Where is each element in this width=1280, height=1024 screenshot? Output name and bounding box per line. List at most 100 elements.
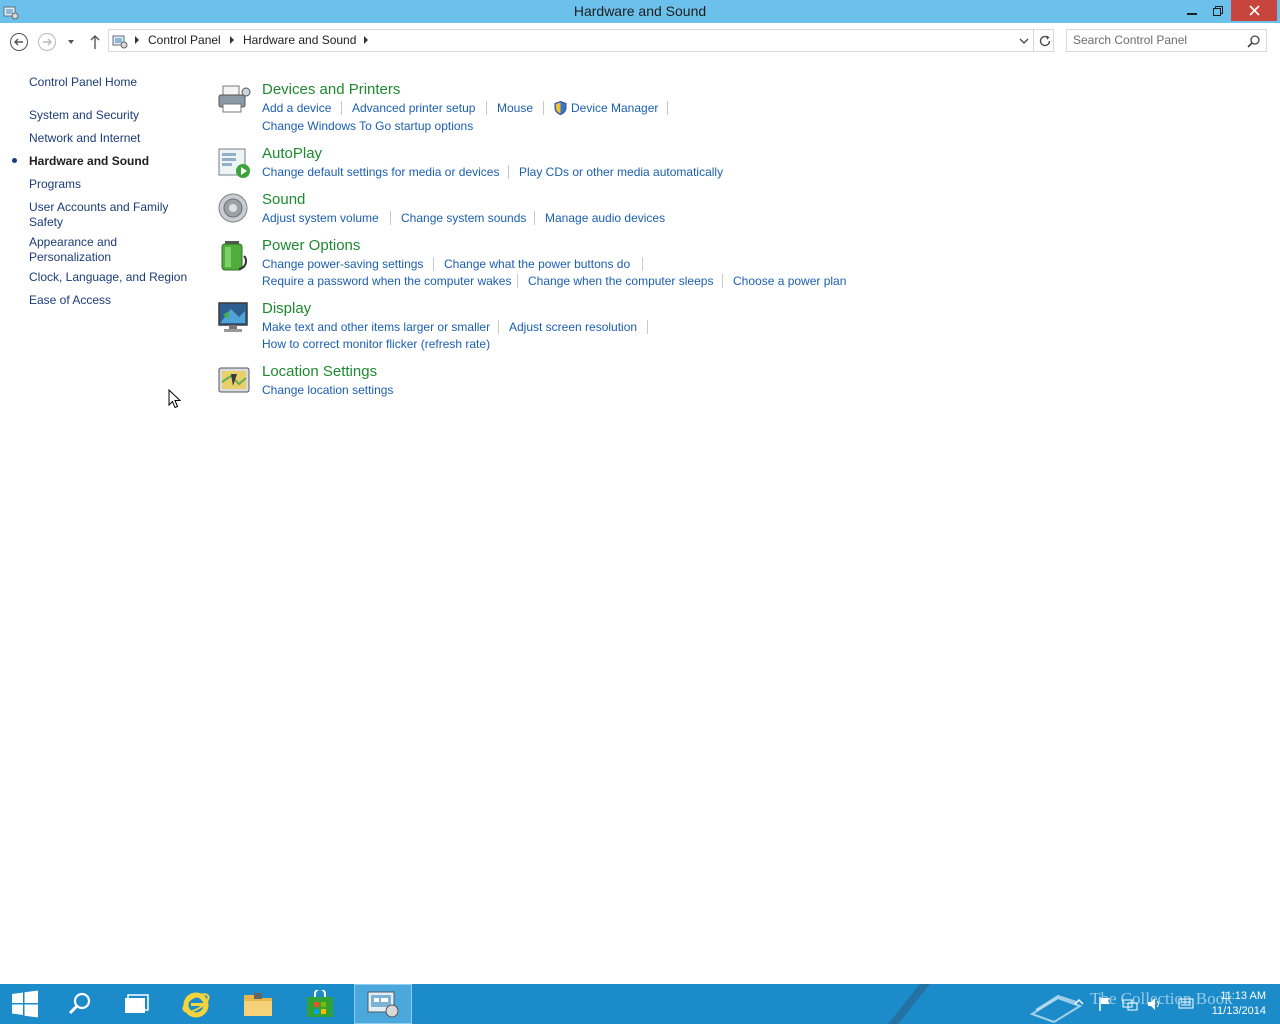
sidebar-item-programs[interactable]: Programs — [29, 177, 189, 192]
link-choose-a-power-plan[interactable]: Choose a power plan — [733, 274, 846, 288]
recent-locations-button[interactable] — [62, 31, 80, 53]
link-advanced-printer-setup[interactable]: Advanced printer setup — [352, 101, 475, 115]
network-icon[interactable] — [1122, 996, 1138, 1015]
store-bag-icon — [307, 990, 333, 1017]
control-panel-taskbar-button[interactable] — [354, 984, 412, 1024]
link-change-when-computer-sleeps[interactable]: Change when the computer sleeps — [528, 274, 713, 288]
address-dropdown-button[interactable] — [1015, 33, 1033, 49]
link-separator — [508, 165, 509, 179]
link-play-cds-automatically[interactable]: Play CDs or other media automatically — [519, 165, 723, 179]
link-separator — [667, 101, 668, 115]
autoplay-icon — [217, 146, 251, 180]
link-change-windows-to-go-startup-options[interactable]: Change Windows To Go startup options — [262, 119, 473, 133]
window-title: Hardware and Sound — [573, 3, 707, 19]
shield-icon — [554, 100, 567, 118]
link-separator — [722, 274, 723, 288]
location-icon — [217, 364, 251, 398]
taskbar-search-button[interactable] — [52, 984, 108, 1024]
title-bar: Hardware and Sound — [0, 0, 1280, 23]
link-separator — [534, 211, 535, 225]
sidebar-item-ease-of-access[interactable]: Ease of Access — [29, 293, 189, 308]
internet-explorer-icon — [182, 992, 210, 1018]
link-change-power-saving-settings[interactable]: Change power-saving settings — [262, 257, 423, 271]
category-title[interactable]: Display — [262, 300, 311, 317]
link-separator — [642, 257, 643, 271]
sidebar-item-hardware-and-sound: Hardware and Sound — [29, 154, 150, 168]
system-clock[interactable]: 11:13 AM 11/13/2014 — [1212, 989, 1266, 1019]
task-view-icon — [125, 994, 149, 1013]
link-mouse[interactable]: Mouse — [497, 101, 533, 115]
link-separator — [486, 101, 487, 115]
link-separator — [517, 274, 518, 288]
internet-explorer-button[interactable] — [168, 984, 224, 1024]
link-monitor-flicker[interactable]: How to correct monitor flicker (refresh … — [262, 337, 490, 351]
link-adjust-screen-resolution[interactable]: Adjust screen resolution — [509, 320, 637, 334]
chevron-down-icon — [1019, 38, 1029, 44]
category-title[interactable]: Devices and Printers — [262, 81, 400, 98]
category-title[interactable]: Location Settings — [262, 363, 377, 380]
sidebar-item-system-and-security[interactable]: System and Security — [29, 108, 189, 123]
link-separator — [341, 101, 342, 115]
sidebar-item-clock-language-region[interactable]: Clock, Language, and Region — [29, 270, 189, 285]
sidebar-item-network-and-internet[interactable]: Network and Internet — [29, 131, 189, 146]
folder-icon — [244, 993, 272, 1016]
refresh-button[interactable] — [1033, 30, 1055, 51]
show-hidden-icons-button[interactable] — [1074, 996, 1084, 1010]
restore-button[interactable] — [1205, 0, 1231, 21]
breadcrumb-control-panel[interactable]: Control Panel — [148, 33, 221, 47]
minimize-button[interactable] — [1179, 0, 1205, 21]
link-device-manager[interactable]: Device Manager — [571, 101, 658, 115]
category-title[interactable]: Sound — [262, 191, 305, 208]
forward-button[interactable] — [36, 31, 58, 53]
clock-time: 11:13 AM — [1220, 990, 1266, 1002]
link-separator — [498, 320, 499, 334]
store-button[interactable] — [292, 984, 348, 1024]
link-make-text-larger[interactable]: Make text and other items larger or smal… — [262, 320, 490, 334]
close-button[interactable] — [1231, 0, 1277, 21]
breadcrumb-arrow-icon[interactable] — [364, 36, 368, 44]
taskbar-decoration — [888, 984, 930, 1024]
control-panel-icon — [367, 991, 399, 1018]
link-add-a-device[interactable]: Add a device — [262, 101, 331, 115]
sidebar-item-appearance[interactable]: Appearance and Personalization — [29, 235, 129, 265]
volume-icon[interactable] — [1146, 996, 1162, 1015]
action-center-flag-icon[interactable] — [1098, 996, 1112, 1015]
link-require-password-on-wake[interactable]: Require a password when the computer wak… — [262, 274, 511, 288]
printer-icon — [217, 82, 251, 116]
link-change-power-buttons[interactable]: Change what the power buttons do — [444, 257, 630, 271]
search-icon — [68, 992, 91, 1015]
mouse-cursor-icon — [168, 388, 182, 412]
link-separator — [433, 257, 434, 271]
control-panel-small-icon — [112, 33, 128, 52]
search-icon[interactable] — [1247, 34, 1261, 51]
link-separator — [647, 320, 648, 334]
monitor-icon — [217, 301, 251, 335]
task-view-button[interactable] — [108, 984, 164, 1024]
start-button[interactable] — [0, 984, 50, 1024]
link-change-location-settings[interactable]: Change location settings — [262, 383, 393, 397]
back-button[interactable] — [8, 31, 30, 53]
up-button[interactable] — [84, 31, 106, 53]
file-explorer-button[interactable] — [230, 984, 286, 1024]
search-input[interactable] — [1073, 33, 1243, 47]
category-title[interactable]: AutoPlay — [262, 145, 322, 162]
breadcrumb-arrow-icon[interactable] — [135, 36, 139, 44]
breadcrumb-arrow-icon[interactable] — [230, 36, 234, 44]
keyboard-icon[interactable] — [1178, 996, 1194, 1013]
refresh-icon — [1039, 35, 1050, 46]
search-box[interactable] — [1066, 29, 1267, 52]
link-adjust-system-volume[interactable]: Adjust system volume — [262, 211, 379, 225]
clock-date: 11/13/2014 — [1211, 1005, 1266, 1017]
battery-icon — [217, 238, 251, 272]
chevron-up-icon — [1074, 999, 1084, 1005]
category-title[interactable]: Power Options — [262, 237, 360, 254]
taskbar: The Collection Book 11:13 AM 11/13/2014 — [0, 984, 1280, 1024]
address-bar[interactable]: Control Panel Hardware and Sound — [108, 29, 1054, 52]
link-change-system-sounds[interactable]: Change system sounds — [401, 211, 526, 225]
breadcrumb-hardware-and-sound[interactable]: Hardware and Sound — [243, 33, 356, 47]
forward-arrow-icon — [38, 33, 56, 51]
sidebar-item-control-panel-home[interactable]: Control Panel Home — [29, 75, 189, 90]
sidebar-item-user-accounts[interactable]: User Accounts and Family Safety — [29, 200, 174, 230]
link-manage-audio-devices[interactable]: Manage audio devices — [545, 211, 665, 225]
link-change-default-settings-media[interactable]: Change default settings for media or dev… — [262, 165, 499, 179]
